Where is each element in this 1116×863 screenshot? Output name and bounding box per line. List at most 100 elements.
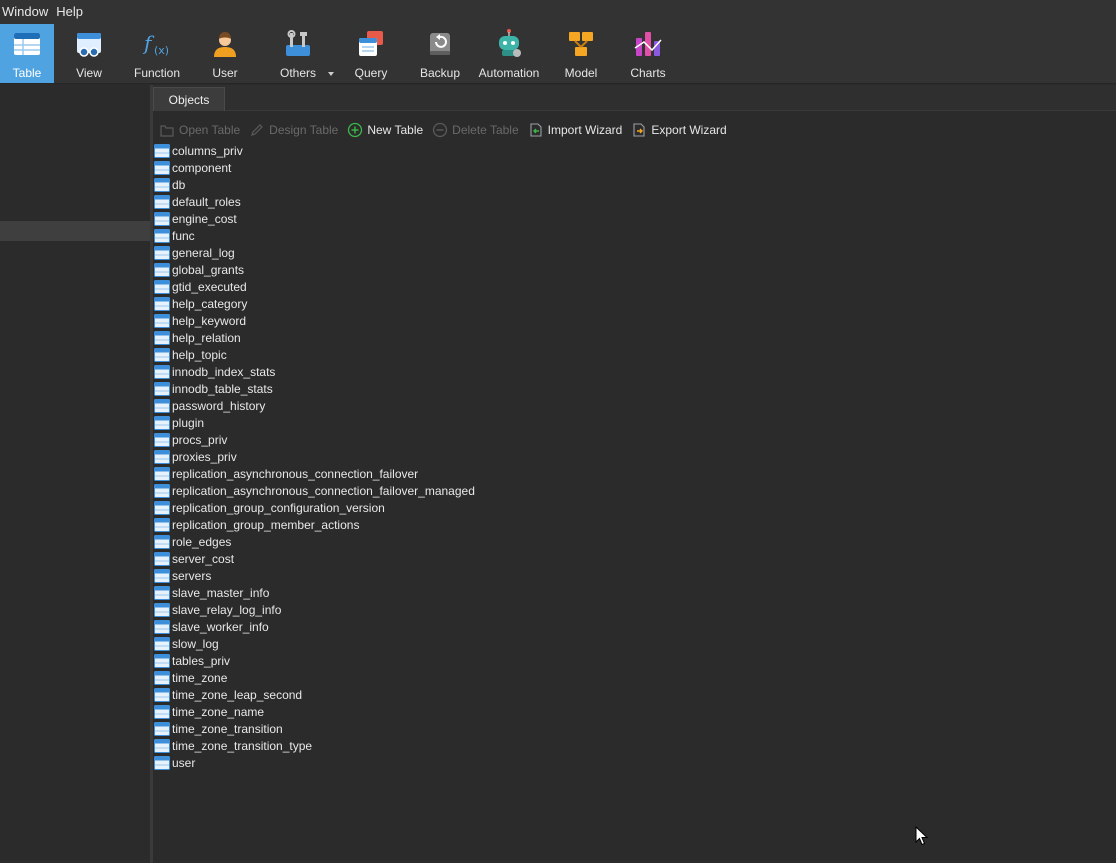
ribbon-table-button[interactable]: Table [0,24,54,83]
ribbon-others-button[interactable]: Others [270,24,326,83]
open-table-label: Open Table [179,123,241,137]
ribbon-others-label: Others [279,66,316,80]
delete-table-button[interactable]: Delete Table [432,122,519,138]
ribbon-backup-label: Backup [419,66,461,80]
table-row[interactable]: procs_priv [154,431,1114,448]
table-name: slow_log [172,636,219,651]
function-icon: f (x) [142,31,169,57]
table-row[interactable]: replication_group_member_actions [154,516,1114,533]
table-row[interactable]: slave_worker_info [154,618,1114,635]
table-row[interactable]: servers [154,567,1114,584]
table-icon [154,534,170,549]
table-name: innodb_index_stats [172,364,276,379]
table-row[interactable]: user [154,754,1114,771]
menu-help[interactable]: Help [54,4,89,19]
table-row[interactable]: role_edges [154,533,1114,550]
import-wizard-button[interactable]: Import Wizard [528,122,623,138]
table-row[interactable]: help_topic [154,346,1114,363]
table-row[interactable]: general_log [154,244,1114,261]
table-icon [154,670,170,685]
ribbon-query-button[interactable]: Query [345,24,397,83]
table-row[interactable]: help_category [154,295,1114,312]
table-row[interactable]: time_zone_transition [154,720,1114,737]
sidebar-splitter[interactable] [150,85,153,863]
ribbon-user-button[interactable]: User [198,24,252,83]
table-row[interactable]: slave_master_info [154,584,1114,601]
tab-strip: Objects [153,85,1116,111]
table-row[interactable]: replication_asynchronous_connection_fail… [154,465,1114,482]
table-row[interactable]: time_zone_name [154,703,1114,720]
table-row[interactable]: gtid_executed [154,278,1114,295]
design-table-button[interactable]: Design Table [249,122,338,138]
table-icon [154,432,170,447]
table-name: gtid_executed [172,279,247,294]
table-row[interactable]: help_relation [154,329,1114,346]
ribbon-view-button[interactable]: View [62,24,116,83]
ribbon-automation-button[interactable]: Automation [475,24,543,83]
ribbon-table-label: Table [12,66,42,80]
tab-objects[interactable]: Objects [153,87,225,111]
table-name: help_keyword [172,313,247,328]
charts-icon [634,32,662,56]
delete-table-label: Delete Table [452,123,519,137]
table-icon [154,500,170,515]
table-row[interactable]: db [154,176,1114,193]
table-icon [154,449,170,464]
table-row[interactable]: time_zone [154,669,1114,686]
ribbon-backup-button[interactable]: Backup [414,24,466,83]
table-row[interactable]: time_zone_leap_second [154,686,1114,703]
export-wizard-button[interactable]: Export Wizard [631,122,727,138]
table-row[interactable]: slave_relay_log_info [154,601,1114,618]
user-icon [214,32,236,57]
others-dropdown-arrow-icon[interactable] [328,72,334,76]
table-row[interactable]: server_cost [154,550,1114,567]
table-name: time_zone_name [172,704,265,719]
table-icon [154,466,170,481]
plus-circle-icon [348,122,363,138]
table-icon [154,568,170,583]
table-row[interactable]: innodb_index_stats [154,363,1114,380]
table-icon [154,279,170,294]
table-name: slave_worker_info [172,619,269,634]
table-row[interactable]: replication_asynchronous_connection_fail… [154,482,1114,499]
table-row[interactable]: time_zone_transition_type [154,737,1114,754]
table-icon [154,194,170,209]
table-name: db [172,177,186,192]
objects-list[interactable]: columns_priv component db default_roles engi… [154,142,1114,771]
table-row[interactable]: global_grants [154,261,1114,278]
table-row[interactable]: engine_cost [154,210,1114,227]
minus-circle-icon [433,122,448,138]
table-row[interactable]: help_keyword [154,312,1114,329]
table-row[interactable]: default_roles [154,193,1114,210]
table-row[interactable]: slow_log [154,635,1114,652]
export-icon [633,123,645,137]
ribbon-model-button[interactable]: Model [555,24,607,83]
menu-window[interactable]: Window [0,4,54,19]
ribbon-function-button[interactable]: f (x) Function [128,24,186,83]
table-row[interactable]: component [154,159,1114,176]
table-name: func [172,228,195,243]
table-row[interactable]: plugin [154,414,1114,431]
model-icon [569,32,593,56]
new-table-button[interactable]: New Table [347,122,423,138]
import-wizard-label: Import Wizard [547,123,623,137]
table-row[interactable]: func [154,227,1114,244]
table-row[interactable]: replication_group_configuration_version [154,499,1114,516]
table-row[interactable]: password_history [154,397,1114,414]
ribbon-charts-button[interactable]: Charts [622,24,674,83]
navigation-sidebar[interactable] [0,85,150,863]
table-icon [154,517,170,532]
table-row[interactable]: tables_priv [154,652,1114,669]
table-row[interactable]: columns_priv [154,142,1114,159]
table-name: replication_group_configuration_version [172,500,385,515]
design-table-label: Design Table [269,123,339,137]
table-icon [154,738,170,753]
table-icon [154,653,170,668]
table-row[interactable]: innodb_table_stats [154,380,1114,397]
table-icon [154,364,170,379]
ribbon-automation-label: Automation [478,66,540,80]
open-table-button[interactable]: Open Table [159,122,240,138]
table-row[interactable]: proxies_priv [154,448,1114,465]
sidebar-selected-row[interactable] [0,221,150,241]
table-icon [154,330,170,345]
